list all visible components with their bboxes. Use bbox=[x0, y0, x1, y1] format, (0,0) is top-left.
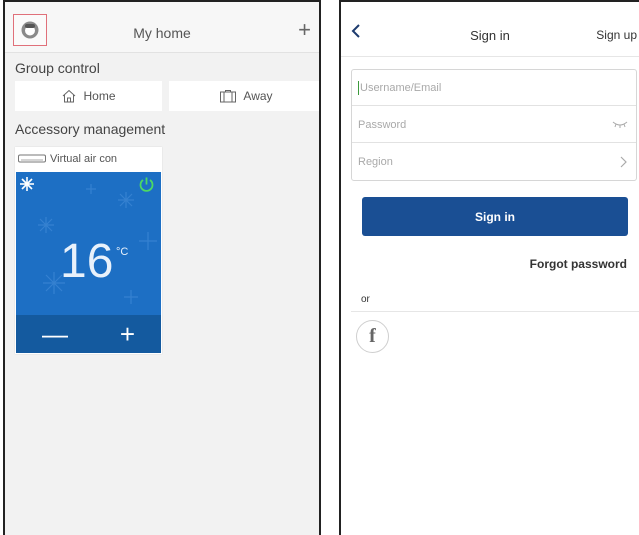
signin-button[interactable]: Sign in bbox=[362, 197, 628, 236]
power-icon[interactable] bbox=[138, 176, 155, 193]
ac-controls: — + bbox=[16, 315, 161, 353]
text-cursor bbox=[358, 80, 359, 95]
air-con-card[interactable]: Virtual air con 16 °C — + bbox=[15, 147, 162, 354]
signin-title: Sign in bbox=[470, 28, 510, 43]
or-label: or bbox=[361, 294, 370, 305]
decrease-temp-button[interactable]: — bbox=[42, 319, 68, 350]
facebook-login-button[interactable]: f bbox=[356, 320, 389, 353]
home-mode-button[interactable]: Home bbox=[15, 81, 162, 111]
house-icon bbox=[63, 89, 76, 103]
password-field[interactable]: Password bbox=[352, 107, 636, 143]
username-field[interactable]: Username/Email bbox=[352, 70, 636, 106]
accessory-management-label: Accessory management bbox=[15, 121, 166, 137]
username-placeholder: Username/Email bbox=[360, 81, 442, 94]
away-mode-button[interactable]: Away bbox=[169, 81, 319, 111]
add-button[interactable]: + bbox=[298, 19, 311, 41]
forgot-password-link[interactable]: Forgot password bbox=[530, 257, 627, 271]
away-mode-label: Away bbox=[243, 89, 273, 103]
home-mode-label: Home bbox=[83, 89, 116, 103]
device-name: Virtual air con bbox=[50, 153, 118, 165]
home-header: My home + bbox=[5, 2, 319, 53]
password-placeholder: Password bbox=[358, 118, 407, 131]
signin-screen: Sign in Sign up Username/Email Password … bbox=[339, 0, 639, 535]
increase-temp-button[interactable]: + bbox=[120, 319, 135, 350]
group-control-label: Group control bbox=[15, 60, 100, 76]
region-field[interactable]: Region bbox=[352, 144, 636, 180]
device-header: Virtual air con bbox=[15, 147, 162, 171]
signin-form: Username/Email Password Region bbox=[351, 69, 637, 181]
temperature-unit: °C bbox=[116, 246, 129, 258]
temperature-value: 16 bbox=[60, 235, 114, 288]
air-conditioner-icon bbox=[18, 154, 46, 163]
signin-header: Sign in Sign up bbox=[341, 2, 639, 57]
signup-link[interactable]: Sign up bbox=[596, 28, 637, 42]
chevron-right-icon bbox=[620, 156, 627, 168]
region-placeholder: Region bbox=[358, 156, 393, 168]
home-screen: My home + Group control Home Away Access… bbox=[3, 0, 321, 535]
ac-control-panel: 16 °C — + bbox=[16, 172, 161, 353]
suitcase-icon bbox=[220, 90, 237, 103]
facebook-icon: f bbox=[369, 325, 376, 347]
snowflake-icon[interactable] bbox=[19, 176, 35, 192]
page-title: My home bbox=[133, 25, 191, 41]
eye-closed-icon[interactable] bbox=[612, 120, 628, 128]
divider bbox=[351, 311, 639, 312]
